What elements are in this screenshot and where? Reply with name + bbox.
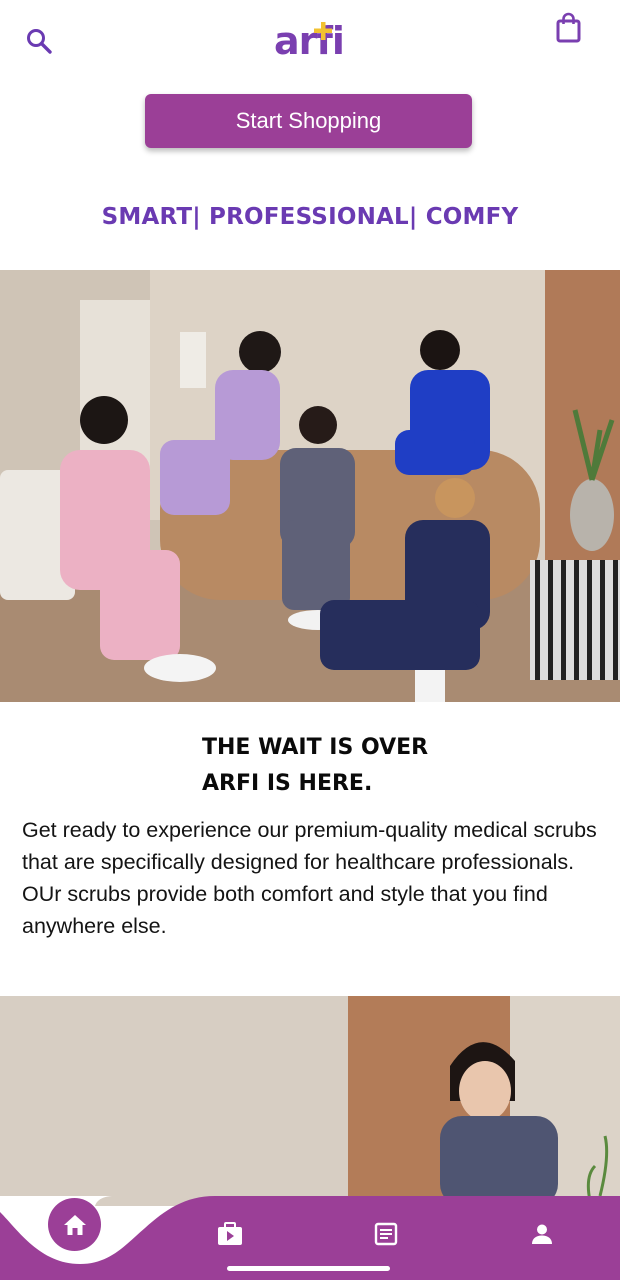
search-icon — [27, 29, 52, 54]
promo-photo — [0, 996, 620, 1206]
model-in-navy-scrubs-photo — [0, 996, 620, 1206]
group-of-models-in-scrubs-photo — [0, 270, 620, 702]
cart-button[interactable] — [554, 12, 584, 44]
video-bag-icon — [218, 1222, 242, 1245]
plus-icon — [314, 22, 332, 40]
home-icon — [63, 1214, 86, 1235]
intro-body: Get ready to experience our premium-qual… — [22, 818, 597, 938]
article-icon — [374, 1222, 398, 1246]
start-shopping-button[interactable]: Start Shopping — [145, 94, 472, 148]
person-icon — [532, 1224, 552, 1244]
headline-line-1: THE WAIT IS OVER — [202, 735, 429, 760]
app-header: arfi — [0, 0, 620, 90]
system-home-indicator[interactable] — [227, 1266, 390, 1271]
logo-wordmark: arfi — [274, 19, 345, 63]
search-button[interactable] — [24, 26, 54, 56]
nav-tab-articles[interactable] — [364, 1212, 408, 1256]
hero-photo — [0, 270, 620, 702]
nav-tab-videos[interactable] — [208, 1212, 252, 1256]
headline-line-2: ARFI IS HERE. — [202, 771, 373, 796]
nav-tab-profile[interactable] — [520, 1212, 564, 1256]
shopping-bag-icon — [556, 12, 581, 43]
intro-headline: THE WAIT IS OVER ARFI IS HERE. — [202, 730, 428, 802]
brand-tagline: SMART| PROFESSIONAL| COMFY — [101, 204, 519, 230]
brand-logo[interactable]: arfi — [274, 18, 346, 64]
nav-tab-home[interactable] — [48, 1198, 101, 1251]
